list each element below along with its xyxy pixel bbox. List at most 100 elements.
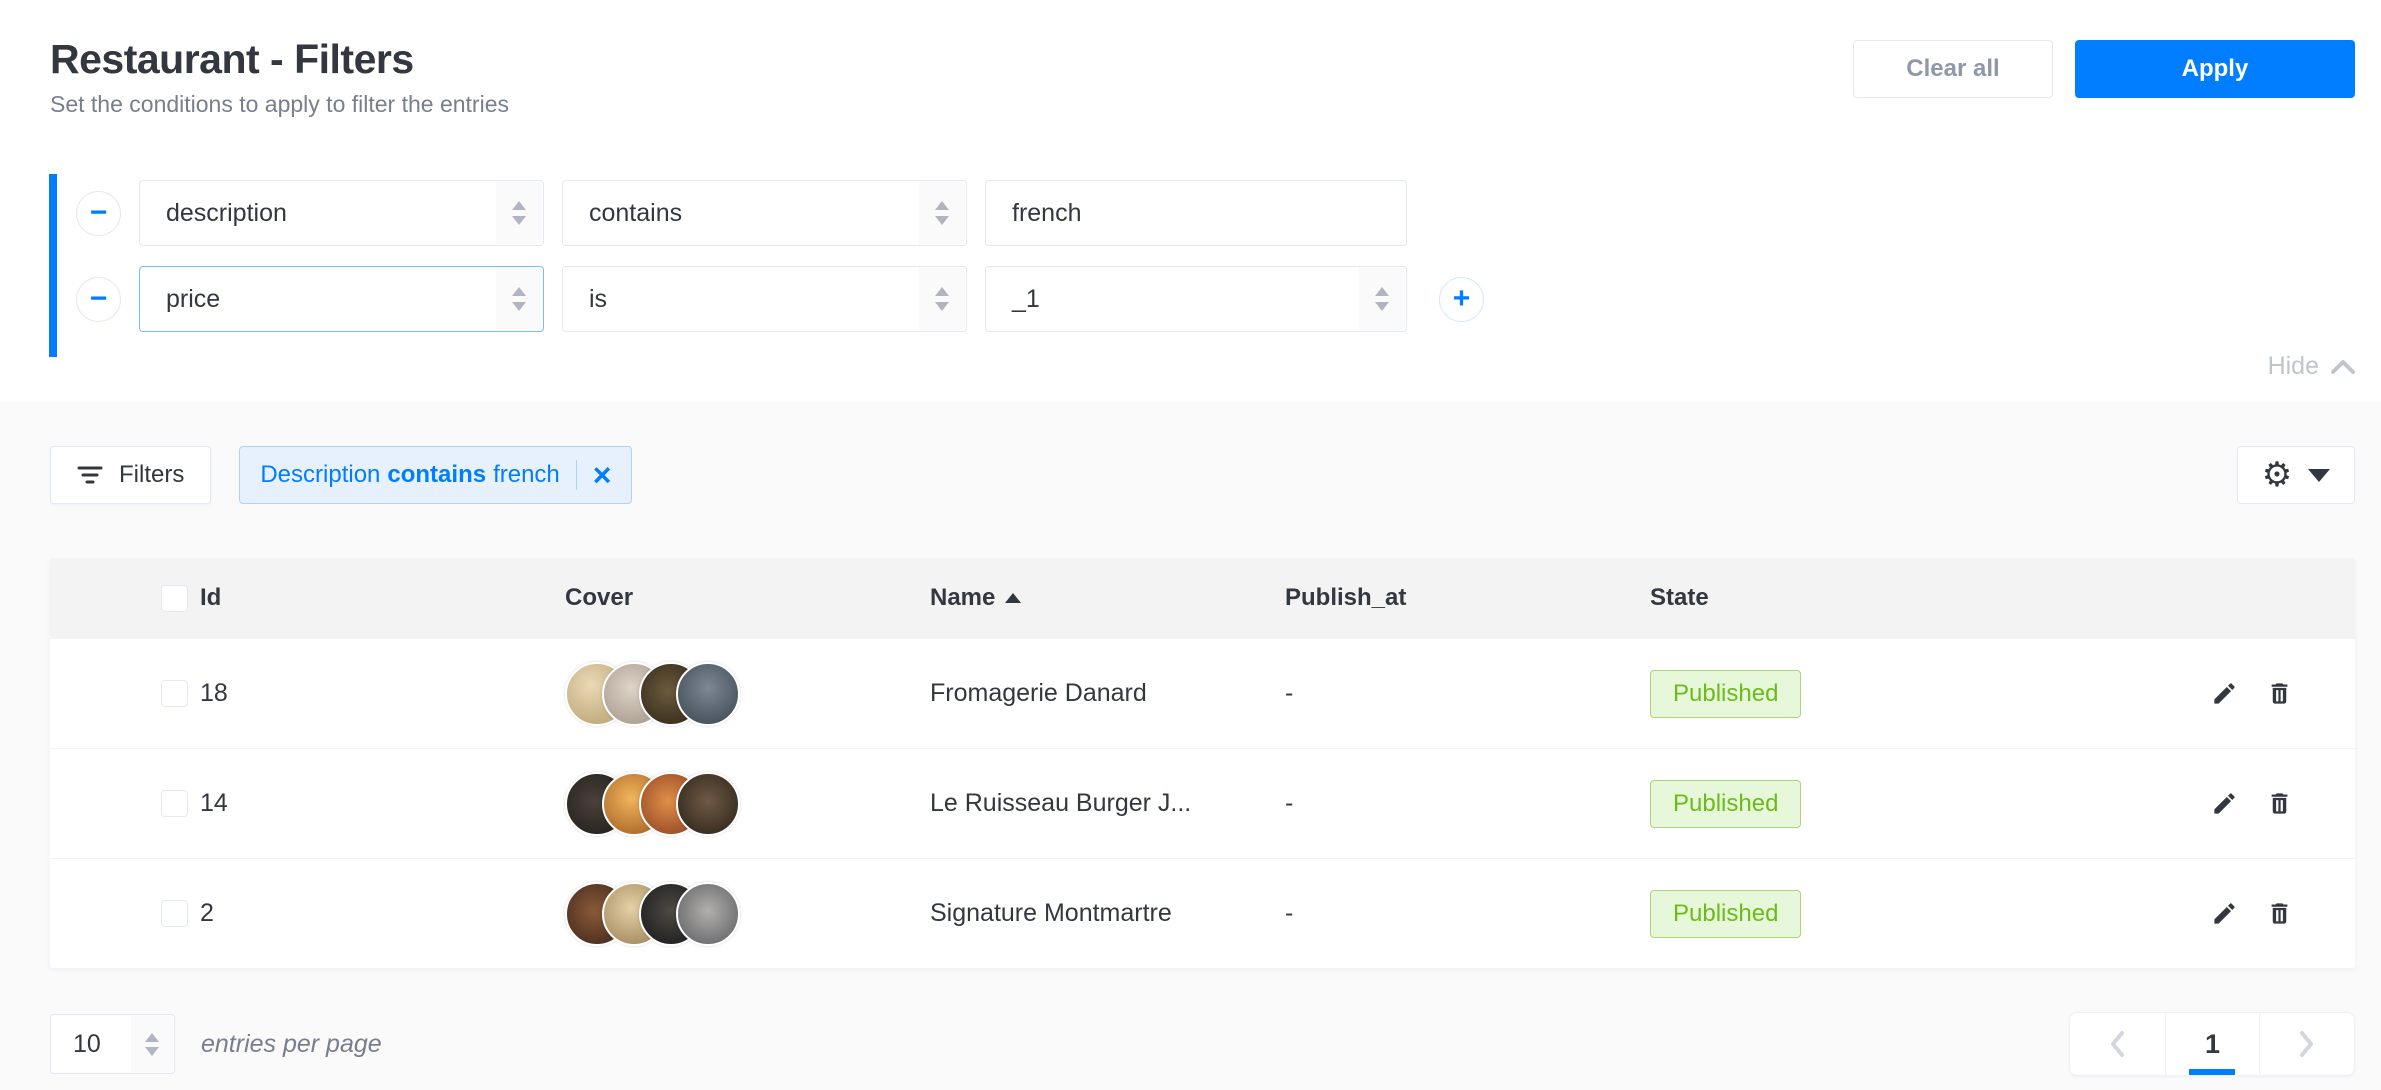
select-arrows-icon xyxy=(131,1016,173,1072)
chevron-up-icon xyxy=(2331,360,2355,374)
filter-operator-select[interactable]: contains xyxy=(562,180,967,246)
pencil-icon xyxy=(2211,790,2238,817)
cell-id: 14 xyxy=(200,789,565,818)
page-size-value: 10 xyxy=(73,1030,101,1059)
select-arrows-icon xyxy=(919,268,965,330)
column-header-publish-at[interactable]: Publish_at xyxy=(1285,584,1650,612)
filter-row: − price is _1 + xyxy=(76,266,2355,332)
chip-value: french xyxy=(493,461,560,489)
cell-id: 2 xyxy=(200,899,565,928)
next-page-button[interactable] xyxy=(2259,1013,2354,1075)
table-row[interactable]: 14 Le Ruisseau Burger J... - Published xyxy=(50,748,2355,858)
filter-icon xyxy=(77,465,103,485)
select-all-checkbox[interactable] xyxy=(161,585,188,612)
status-badge: Published xyxy=(1650,670,1801,718)
hide-filters-link[interactable]: Hide xyxy=(2268,352,2355,381)
list-toolbar: Filters Description contains french × ⚙ xyxy=(50,446,2355,504)
table-header-row: Id Cover Name Publish_at State xyxy=(50,558,2355,638)
cell-publish-at: - xyxy=(1285,679,1650,708)
page-subtitle: Set the conditions to apply to filter th… xyxy=(50,91,509,118)
current-page: 1 xyxy=(2205,1029,2220,1060)
chevron-right-icon xyxy=(2299,1030,2315,1058)
chip-divider xyxy=(576,460,577,490)
chevron-down-icon xyxy=(2308,469,2330,482)
row-checkbox[interactable] xyxy=(161,680,188,707)
remove-chip-icon[interactable]: × xyxy=(593,459,612,491)
entries-table: Id Cover Name Publish_at State 18 Fromag… xyxy=(50,558,2355,968)
cell-id: 18 xyxy=(200,679,565,708)
clear-all-button[interactable]: Clear all xyxy=(1853,40,2053,98)
cover-photo xyxy=(676,662,740,726)
filter-field-value: description xyxy=(166,199,287,228)
apply-button[interactable]: Apply xyxy=(2075,40,2355,98)
trash-icon xyxy=(2266,900,2293,927)
list-footer: 10 entries per page 1 xyxy=(50,1012,2355,1076)
column-header-state[interactable]: State xyxy=(1650,584,2205,612)
column-header-name[interactable]: Name xyxy=(930,584,1285,612)
row-checkbox[interactable] xyxy=(161,900,188,927)
pencil-icon xyxy=(2211,680,2238,707)
select-arrows-icon xyxy=(496,182,542,244)
entries-per-page-label: entries per page xyxy=(201,1030,382,1059)
table-row[interactable]: 18 Fromagerie Danard - Published xyxy=(50,638,2355,748)
plus-icon: + xyxy=(1453,284,1471,314)
select-arrows-icon xyxy=(496,268,542,330)
cell-cover xyxy=(565,772,930,836)
cell-publish-at: - xyxy=(1285,789,1650,818)
page-header: Restaurant - Filters Set the conditions … xyxy=(50,36,509,118)
filter-chip[interactable]: Description contains french × xyxy=(239,446,632,504)
trash-icon xyxy=(2266,790,2293,817)
current-page-indicator xyxy=(2189,1069,2235,1075)
cell-name: Fromagerie Danard xyxy=(930,679,1285,708)
gear-icon: ⚙ xyxy=(2262,458,2292,492)
remove-filter-button[interactable]: − xyxy=(76,277,121,322)
filter-value: _1 xyxy=(1012,285,1040,314)
filter-operator-value: is xyxy=(589,285,607,314)
add-filter-button[interactable]: + xyxy=(1439,277,1484,322)
status-badge: Published xyxy=(1650,780,1801,828)
filter-field-value: price xyxy=(166,285,220,314)
cell-cover xyxy=(565,662,930,726)
filter-field-select[interactable]: price xyxy=(139,266,544,332)
page-title: Restaurant - Filters xyxy=(50,36,509,83)
select-arrows-icon xyxy=(919,182,965,244)
table-row[interactable]: 2 Signature Montmartre - Published xyxy=(50,858,2355,968)
cell-publish-at: - xyxy=(1285,899,1650,928)
cell-name: Signature Montmartre xyxy=(930,899,1285,928)
edit-button[interactable] xyxy=(2211,680,2238,707)
chip-operator: contains xyxy=(387,461,486,489)
edit-button[interactable] xyxy=(2211,900,2238,927)
minus-icon: − xyxy=(90,198,108,228)
filter-group-bar xyxy=(49,174,57,357)
filter-value-input[interactable] xyxy=(985,180,1407,246)
page-number-button[interactable]: 1 xyxy=(2165,1013,2260,1075)
column-header-id[interactable]: Id xyxy=(200,584,565,612)
header-actions: Clear all Apply xyxy=(1853,40,2355,98)
cell-name: Le Ruisseau Burger J... xyxy=(930,789,1285,818)
edit-button[interactable] xyxy=(2211,790,2238,817)
cell-cover xyxy=(565,882,930,946)
status-badge: Published xyxy=(1650,890,1801,938)
filter-field-select[interactable]: description xyxy=(139,180,544,246)
column-header-cover[interactable]: Cover xyxy=(565,584,930,612)
delete-button[interactable] xyxy=(2266,680,2293,707)
filter-row: − description contains xyxy=(76,180,2355,246)
sort-asc-icon xyxy=(1005,593,1021,603)
filter-operator-value: contains xyxy=(589,199,682,228)
delete-button[interactable] xyxy=(2266,790,2293,817)
filter-value-select[interactable]: _1 xyxy=(985,266,1407,332)
settings-dropdown-button[interactable]: ⚙ xyxy=(2237,446,2355,504)
pencil-icon xyxy=(2211,900,2238,927)
previous-page-button[interactable] xyxy=(2070,1013,2165,1075)
chevron-left-icon xyxy=(2109,1030,2125,1058)
filter-operator-select[interactable]: is xyxy=(562,266,967,332)
remove-filter-button[interactable]: − xyxy=(76,191,121,236)
filters-button[interactable]: Filters xyxy=(50,446,211,504)
row-checkbox[interactable] xyxy=(161,790,188,817)
page-size-select[interactable]: 10 xyxy=(50,1014,175,1074)
minus-icon: − xyxy=(90,284,108,314)
cover-photo xyxy=(676,882,740,946)
filters-panel: Restaurant - Filters Set the conditions … xyxy=(0,0,2381,402)
delete-button[interactable] xyxy=(2266,900,2293,927)
cover-photo xyxy=(676,772,740,836)
